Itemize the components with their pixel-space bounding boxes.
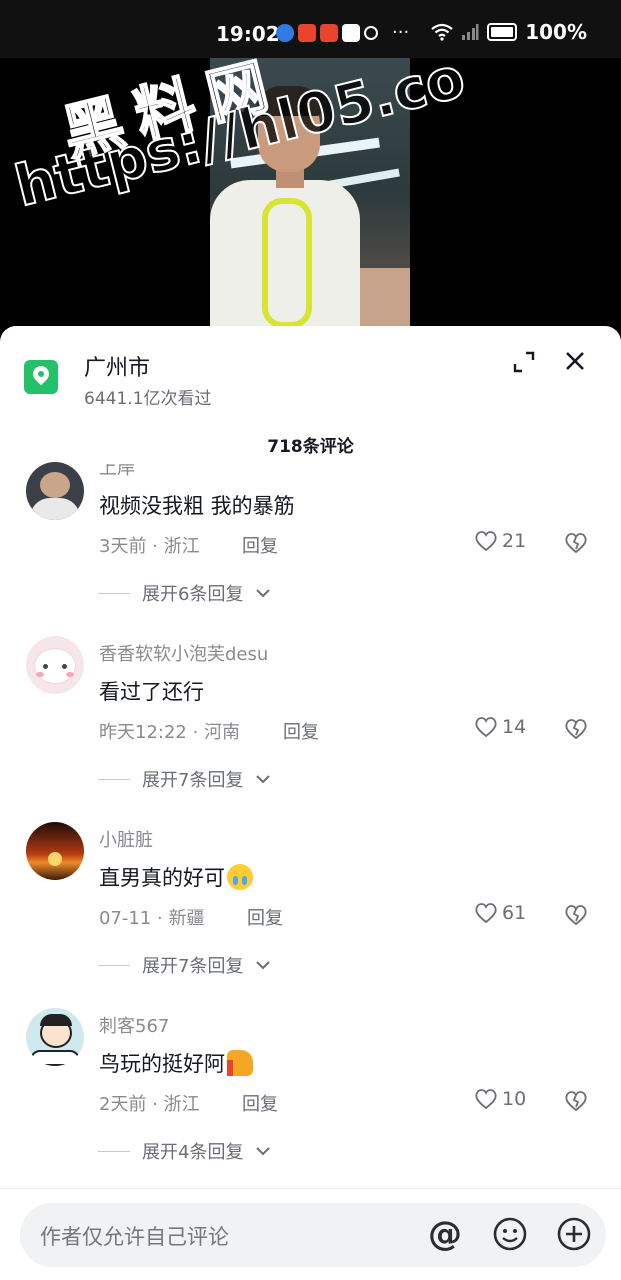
like-count: 21 [502,530,527,552]
expand-replies-button[interactable]: 展开7条回复 [98,766,271,792]
chevron-down-icon [256,961,271,970]
broken-heart-icon[interactable] [564,904,588,926]
comment-text: 鸟玩的挺好阿 [99,1048,253,1078]
broken-heart-icon[interactable] [564,718,588,740]
heart-icon [475,903,497,924]
notification-icons [276,24,378,42]
chevron-down-icon [256,1147,271,1156]
comment-text: 看过了还行 [99,680,204,704]
like-count: 10 [502,1088,527,1110]
divider-dash [98,1150,130,1152]
heart-icon [475,1089,497,1110]
signal-icon [462,24,479,40]
shirt-print [262,198,312,328]
comment-text-body: 直男真的好可 [99,866,225,890]
avatar[interactable] [26,636,84,694]
plus-icon[interactable] [556,1216,592,1252]
more-notifications-icon: ··· [392,22,410,43]
comment-username[interactable]: 上岸 [99,464,135,480]
like-button[interactable]: 14 [474,716,526,738]
comment-text: 直男真的好可 [99,862,253,892]
expand-replies-label: 展开7条回复 [142,770,244,791]
emoji-icon[interactable] [492,1216,528,1252]
status-right: 100% [431,20,587,44]
battery-percent: 100% [525,20,587,44]
avatar[interactable] [26,822,84,880]
comment-meta: 2天前 · 浙江 [99,1094,200,1115]
app-notification-icon [276,24,294,42]
comment-username[interactable]: 小脏脏 [99,826,153,852]
divider-dash [98,778,130,780]
divider-dash [98,964,130,966]
comment-time: 昨天12:22 [99,722,187,743]
expand-icon[interactable] [512,350,536,374]
battery-icon [487,23,518,41]
expand-replies-label: 展开7条回复 [142,956,244,977]
chevron-down-icon [256,589,271,598]
comment-text-body: 鸟玩的挺好阿 [99,1052,225,1076]
reply-button[interactable]: 回复 [283,718,319,744]
heart-icon [475,531,497,552]
location-pin-icon [24,360,58,394]
heart-icon [475,717,497,738]
broken-heart-icon[interactable] [564,532,588,554]
broken-heart-icon[interactable] [564,1090,588,1112]
comment-region: 新疆 [168,908,205,929]
comment-time: 07-11 [99,908,152,929]
comment-username[interactable]: 刺客567 [99,1012,169,1038]
comment-item: 小脏脏 直男真的好可 07-11 · 新疆 回复 61 展开7条回复 [0,822,621,982]
app-notification-icon [342,24,360,42]
wifi-icon [431,23,453,41]
comment-text: 视频没我粗 我的暴筋 [99,494,295,518]
like-count: 14 [502,716,527,738]
comment-meta: 3天前 · 浙江 [99,536,200,557]
comment-region: 浙江 [163,1094,200,1115]
hotspot-icon [364,26,378,40]
reply-button[interactable]: 回复 [242,532,278,558]
app-notification-icon [320,24,338,42]
like-button[interactable]: 21 [474,530,526,552]
background-wall [360,268,410,330]
comment-item: 香香软软小泡芙desu 看过了还行 昨天12:22 · 河南 回复 14 展开7… [0,636,621,796]
location-title[interactable]: 广州市 [84,350,150,382]
video-player[interactable] [210,58,410,330]
comment-input[interactable]: 作者仅允许自己评论 @ [20,1203,606,1267]
status-bar: 19:02 ··· 100% [0,0,621,58]
like-count: 61 [502,902,527,924]
avatar[interactable] [26,462,84,520]
comment-time: 2天前 [99,1094,147,1115]
comment-region: 河南 [204,722,241,743]
expand-replies-button[interactable]: 展开7条回复 [98,952,271,978]
comment-item: 刺客567 鸟玩的挺好阿 2天前 · 浙江 回复 10 展开4条回复 [0,1008,621,1168]
reply-button[interactable]: 回复 [247,904,283,930]
avatar[interactable] [26,1008,84,1066]
comment-region: 浙江 [163,536,200,557]
comment-meta: 昨天12:22 · 河南 [99,722,241,743]
location-views: 6441.1亿次看过 [84,389,212,409]
expand-replies-button[interactable]: 展开6条回复 [98,580,271,606]
comment-input-placeholder: 作者仅允许自己评论 [40,1225,229,1249]
chevron-down-icon [256,775,271,784]
comment-count: 718条评论 [267,437,354,457]
expand-replies-label: 展开4条回复 [142,1142,244,1163]
status-time: 19:02 [216,22,280,46]
reply-button[interactable]: 回复 [242,1090,278,1116]
mention-at-icon[interactable]: @ [428,1216,462,1252]
comment-sheet: 广州市 6441.1亿次看过 718条评论 上岸 视频没我粗 我的暴筋 3天前 … [0,326,621,1280]
divider-dash [98,592,130,594]
person-hair [256,86,322,116]
like-button[interactable]: 10 [474,1088,526,1110]
comment-input-bar: 作者仅允许自己评论 @ [0,1188,621,1280]
like-button[interactable]: 61 [474,902,526,924]
comment-meta: 07-11 · 新疆 [99,908,205,929]
app-notification-icon [298,24,316,42]
comment-time: 3天前 [99,536,147,557]
crying-face-emoji [227,864,253,890]
expand-replies-label: 展开6条回复 [142,584,244,605]
thumbs-up-emoji [227,1050,253,1076]
comment-username[interactable]: 香香软软小泡芙desu [99,640,268,666]
close-icon[interactable] [562,348,588,374]
expand-replies-button[interactable]: 展开4条回复 [98,1138,271,1164]
comment-item: 上岸 视频没我粗 我的暴筋 3天前 · 浙江 回复 21 展开6条回复 [0,462,621,612]
